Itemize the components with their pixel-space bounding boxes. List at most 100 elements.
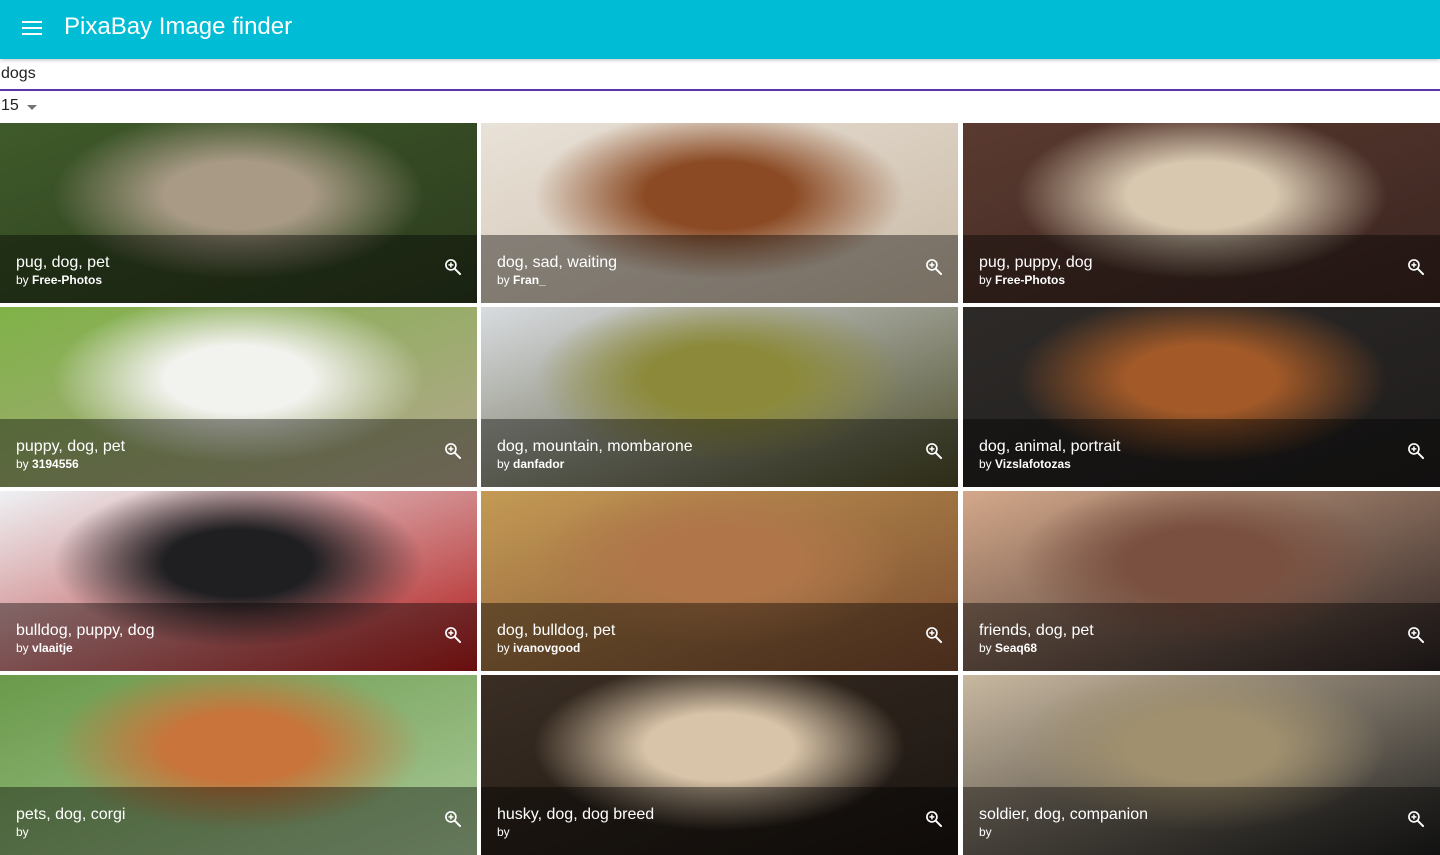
tile-title-bar: husky, dog, dog breed by — [481, 787, 958, 855]
author-prefix: by — [497, 273, 514, 287]
tile-title-bar: dog, sad, waiting by Fran_ — [481, 235, 958, 303]
tile-title-bar: puppy, dog, pet by 3194556 — [0, 419, 477, 487]
author-prefix: by — [16, 641, 33, 655]
image-tile[interactable]: puppy, dog, pet by 3194556 — [0, 307, 477, 487]
zoom-button[interactable] — [922, 807, 946, 831]
image-tags: dog, sad, waiting — [497, 254, 618, 271]
zoom-button[interactable] — [441, 255, 465, 279]
image-tags: soldier, dog, companion — [979, 806, 1148, 823]
zoom-in-icon — [926, 443, 943, 460]
zoom-button[interactable] — [922, 439, 946, 463]
app-title: PixaBay Image finder — [64, 13, 293, 40]
tile-title-bar: dog, bulldog, pet by ivanovgood — [481, 603, 958, 671]
author-prefix: by — [979, 273, 996, 287]
author-name: Free-Photos — [32, 273, 103, 287]
tile-title-bar: dog, mountain, mombarone by danfador — [481, 419, 958, 487]
zoom-in-icon — [445, 259, 462, 276]
zoom-button[interactable] — [441, 439, 465, 463]
author-name: Free-Photos — [995, 273, 1066, 287]
search-input[interactable] — [0, 59, 1440, 89]
zoom-in-icon — [1408, 627, 1425, 644]
author-prefix: by — [979, 641, 996, 655]
author-prefix: by — [16, 273, 33, 287]
author-prefix: by — [979, 825, 992, 839]
author-prefix: by — [979, 457, 996, 471]
author-prefix: by — [16, 457, 33, 471]
image-tile[interactable]: dog, animal, portrait by Vizslafotozas — [963, 307, 1440, 487]
zoom-button[interactable] — [922, 255, 946, 279]
amount-select[interactable]: 15 — [0, 94, 42, 118]
image-tags: puppy, dog, pet — [16, 438, 126, 455]
chevron-down-icon — [26, 104, 37, 110]
tile-title-bar: bulldog, puppy, dog by vlaaitje — [0, 603, 477, 671]
author-name: Fran_ — [513, 273, 546, 287]
image-author: by Seaq68 — [979, 641, 1037, 655]
zoom-in-icon — [1408, 811, 1425, 828]
zoom-button[interactable] — [441, 807, 465, 831]
zoom-in-icon — [1408, 259, 1425, 276]
author-prefix: by — [16, 825, 29, 839]
image-tile[interactable]: dog, bulldog, pet by ivanovgood — [481, 491, 958, 671]
zoom-in-icon — [445, 811, 462, 828]
image-author: by — [979, 825, 992, 839]
image-tags: friends, dog, pet — [979, 622, 1094, 639]
tile-title-bar: dog, animal, portrait by Vizslafotozas — [963, 419, 1440, 487]
zoom-in-icon — [445, 627, 462, 644]
author-name: vlaaitje — [32, 641, 73, 655]
app-bar: PixaBay Image finder — [0, 0, 1440, 59]
image-author: by — [16, 825, 29, 839]
author-name: Seaq68 — [995, 641, 1038, 655]
image-tile[interactable]: soldier, dog, companion by — [963, 675, 1440, 855]
menu-button[interactable] — [12, 8, 52, 48]
image-tile[interactable]: husky, dog, dog breed by — [481, 675, 958, 855]
author-name: Vizslafotozas — [995, 457, 1071, 471]
author-name: ivanovgood — [513, 641, 581, 655]
image-tile[interactable]: pets, dog, corgi by — [0, 675, 477, 855]
image-tags: pug, puppy, dog — [979, 254, 1093, 271]
tile-title-bar: friends, dog, pet by Seaq68 — [963, 603, 1440, 671]
zoom-button[interactable] — [1404, 807, 1428, 831]
image-tile[interactable]: dog, mountain, mombarone by danfador — [481, 307, 958, 487]
image-tile[interactable]: dog, sad, waiting by Fran_ — [481, 123, 958, 303]
zoom-in-icon — [926, 259, 943, 276]
author-prefix: by — [497, 457, 514, 471]
image-grid: pug, dog, pet by Free-Photos dog, sad, wai… — [0, 123, 1440, 855]
image-tile[interactable]: pug, puppy, dog by Free-Photos — [963, 123, 1440, 303]
image-tile[interactable]: friends, dog, pet by Seaq68 — [963, 491, 1440, 671]
image-tags: dog, animal, portrait — [979, 438, 1121, 455]
zoom-button[interactable] — [441, 623, 465, 647]
tile-title-bar: pug, dog, pet by Free-Photos — [0, 235, 477, 303]
zoom-in-icon — [445, 443, 462, 460]
image-tags: bulldog, puppy, dog — [16, 622, 155, 639]
search-field — [0, 59, 1440, 91]
zoom-button[interactable] — [922, 623, 946, 647]
image-tags: husky, dog, dog breed — [497, 806, 655, 823]
menu-icon — [22, 21, 42, 35]
zoom-in-icon — [926, 811, 943, 828]
tile-title-bar: soldier, dog, companion by — [963, 787, 1440, 855]
image-tile[interactable]: pug, dog, pet by Free-Photos — [0, 123, 477, 303]
zoom-button[interactable] — [1404, 255, 1428, 279]
image-author: by Vizslafotozas — [979, 457, 1071, 471]
image-author: by 3194556 — [16, 457, 79, 471]
zoom-in-icon — [1408, 443, 1425, 460]
image-tile[interactable]: bulldog, puppy, dog by vlaaitje — [0, 491, 477, 671]
author-prefix: by — [497, 825, 510, 839]
image-author: by ivanovgood — [497, 641, 580, 655]
image-author: by Free-Photos — [979, 273, 1065, 287]
tile-title-bar: pets, dog, corgi by — [0, 787, 477, 855]
image-tags: pets, dog, corgi — [16, 806, 126, 823]
tile-title-bar: pug, puppy, dog by Free-Photos — [963, 235, 1440, 303]
zoom-in-icon — [926, 627, 943, 644]
amount-selected-value: 15 — [1, 97, 19, 114]
image-author: by — [497, 825, 510, 839]
image-author: by Fran_ — [497, 273, 546, 287]
image-author: by Free-Photos — [16, 273, 102, 287]
zoom-button[interactable] — [1404, 623, 1428, 647]
author-name: 3194556 — [32, 457, 79, 471]
image-tags: dog, bulldog, pet — [497, 622, 616, 639]
image-author: by vlaaitje — [16, 641, 73, 655]
image-tags: pug, dog, pet — [16, 254, 110, 271]
author-prefix: by — [497, 641, 514, 655]
zoom-button[interactable] — [1404, 439, 1428, 463]
